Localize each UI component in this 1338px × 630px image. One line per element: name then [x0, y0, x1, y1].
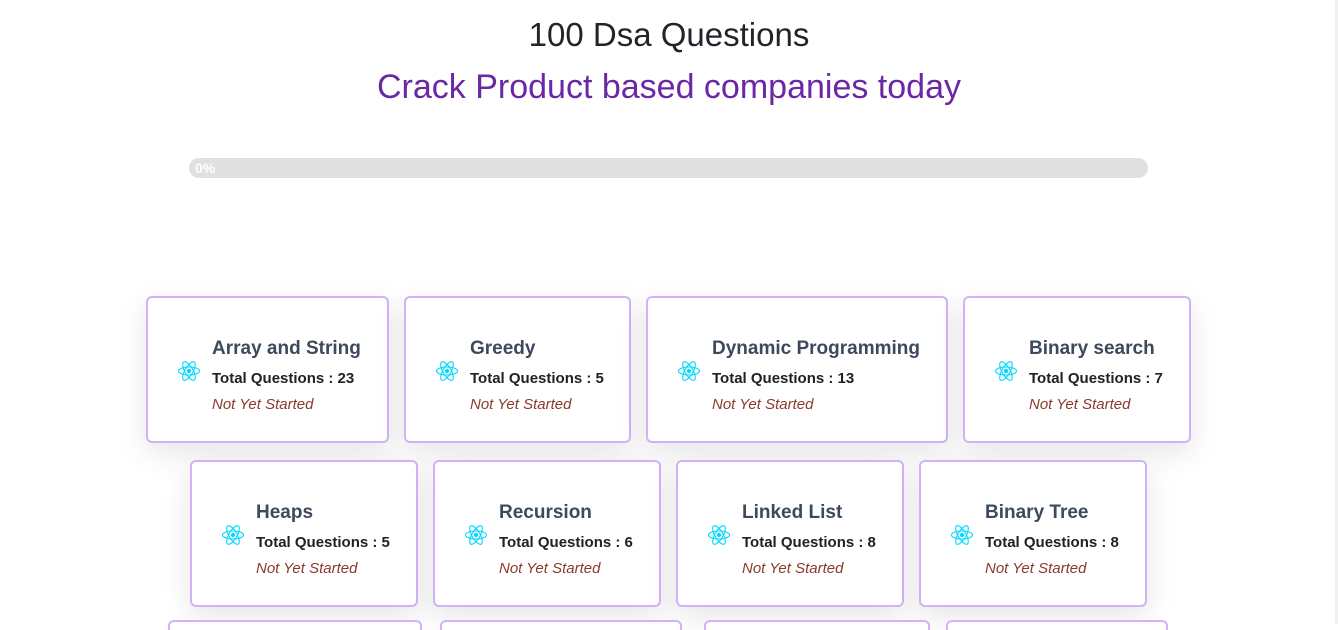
total-questions: Total Questions : 23: [212, 370, 355, 387]
react-icon: [707, 525, 731, 545]
overall-progress-bar: 0%: [189, 158, 1148, 178]
react-icon: [435, 361, 459, 381]
topic-name: Dynamic Programming: [712, 338, 920, 359]
react-icon: [677, 361, 701, 381]
total-questions: Total Questions : 5: [470, 370, 604, 387]
topic-card-binary-tree[interactable]: Binary Tree Total Questions : 8 Not Yet …: [919, 460, 1147, 607]
page-title: 100 Dsa Questions: [528, 16, 810, 53]
react-icon: [464, 525, 488, 545]
topic-name: Recursion: [499, 502, 592, 523]
topic-name: Binary search: [1029, 338, 1155, 359]
react-icon: [994, 361, 1018, 381]
total-questions: Total Questions : 8: [742, 534, 876, 551]
topic-status: Not Yet Started: [499, 560, 601, 577]
topic-card-dynamic-programming[interactable]: Dynamic Programming Total Questions : 13…: [646, 296, 948, 443]
topic-card-partial[interactable]: [168, 620, 422, 630]
topic-status: Not Yet Started: [712, 396, 814, 413]
topic-status: Not Yet Started: [985, 560, 1087, 577]
topic-card-array-and-string[interactable]: Array and String Total Questions : 23 No…: [146, 296, 389, 443]
topic-card-linked-list[interactable]: Linked List Total Questions : 8 Not Yet …: [676, 460, 904, 607]
progress-label: 0%: [195, 160, 216, 176]
topic-card-greedy[interactable]: Greedy Total Questions : 5 Not Yet Start…: [404, 296, 631, 443]
topic-status: Not Yet Started: [742, 560, 844, 577]
topic-name: Heaps: [256, 502, 314, 523]
topic-card-partial[interactable]: [946, 620, 1168, 630]
topic-name: Linked List: [742, 502, 843, 523]
total-questions: Total Questions : 8: [985, 534, 1119, 551]
topic-card-partial[interactable]: [440, 620, 682, 630]
page-subtitle: Crack Product based companies today: [377, 68, 961, 106]
react-icon: [950, 525, 974, 545]
topic-name: Array and String: [212, 338, 361, 359]
topic-status: Not Yet Started: [1029, 396, 1131, 413]
react-icon: [177, 361, 201, 381]
total-questions: Total Questions : 13: [712, 370, 855, 387]
total-questions: Total Questions : 6: [499, 534, 633, 551]
topic-status: Not Yet Started: [212, 396, 314, 413]
topic-card-heaps[interactable]: Heaps Total Questions : 5 Not Yet Starte…: [190, 460, 418, 607]
topic-name: Greedy: [470, 338, 536, 359]
topic-status: Not Yet Started: [256, 560, 358, 577]
react-icon: [221, 525, 245, 545]
topic-card-recursion[interactable]: Recursion Total Questions : 6 Not Yet St…: [433, 460, 661, 607]
topic-name: Binary Tree: [985, 502, 1089, 523]
total-questions: Total Questions : 7: [1029, 370, 1163, 387]
topic-card-binary-search[interactable]: Binary search Total Questions : 7 Not Ye…: [963, 296, 1191, 443]
topic-card-partial[interactable]: [704, 620, 930, 630]
topic-status: Not Yet Started: [470, 396, 572, 413]
total-questions: Total Questions : 5: [256, 534, 390, 551]
